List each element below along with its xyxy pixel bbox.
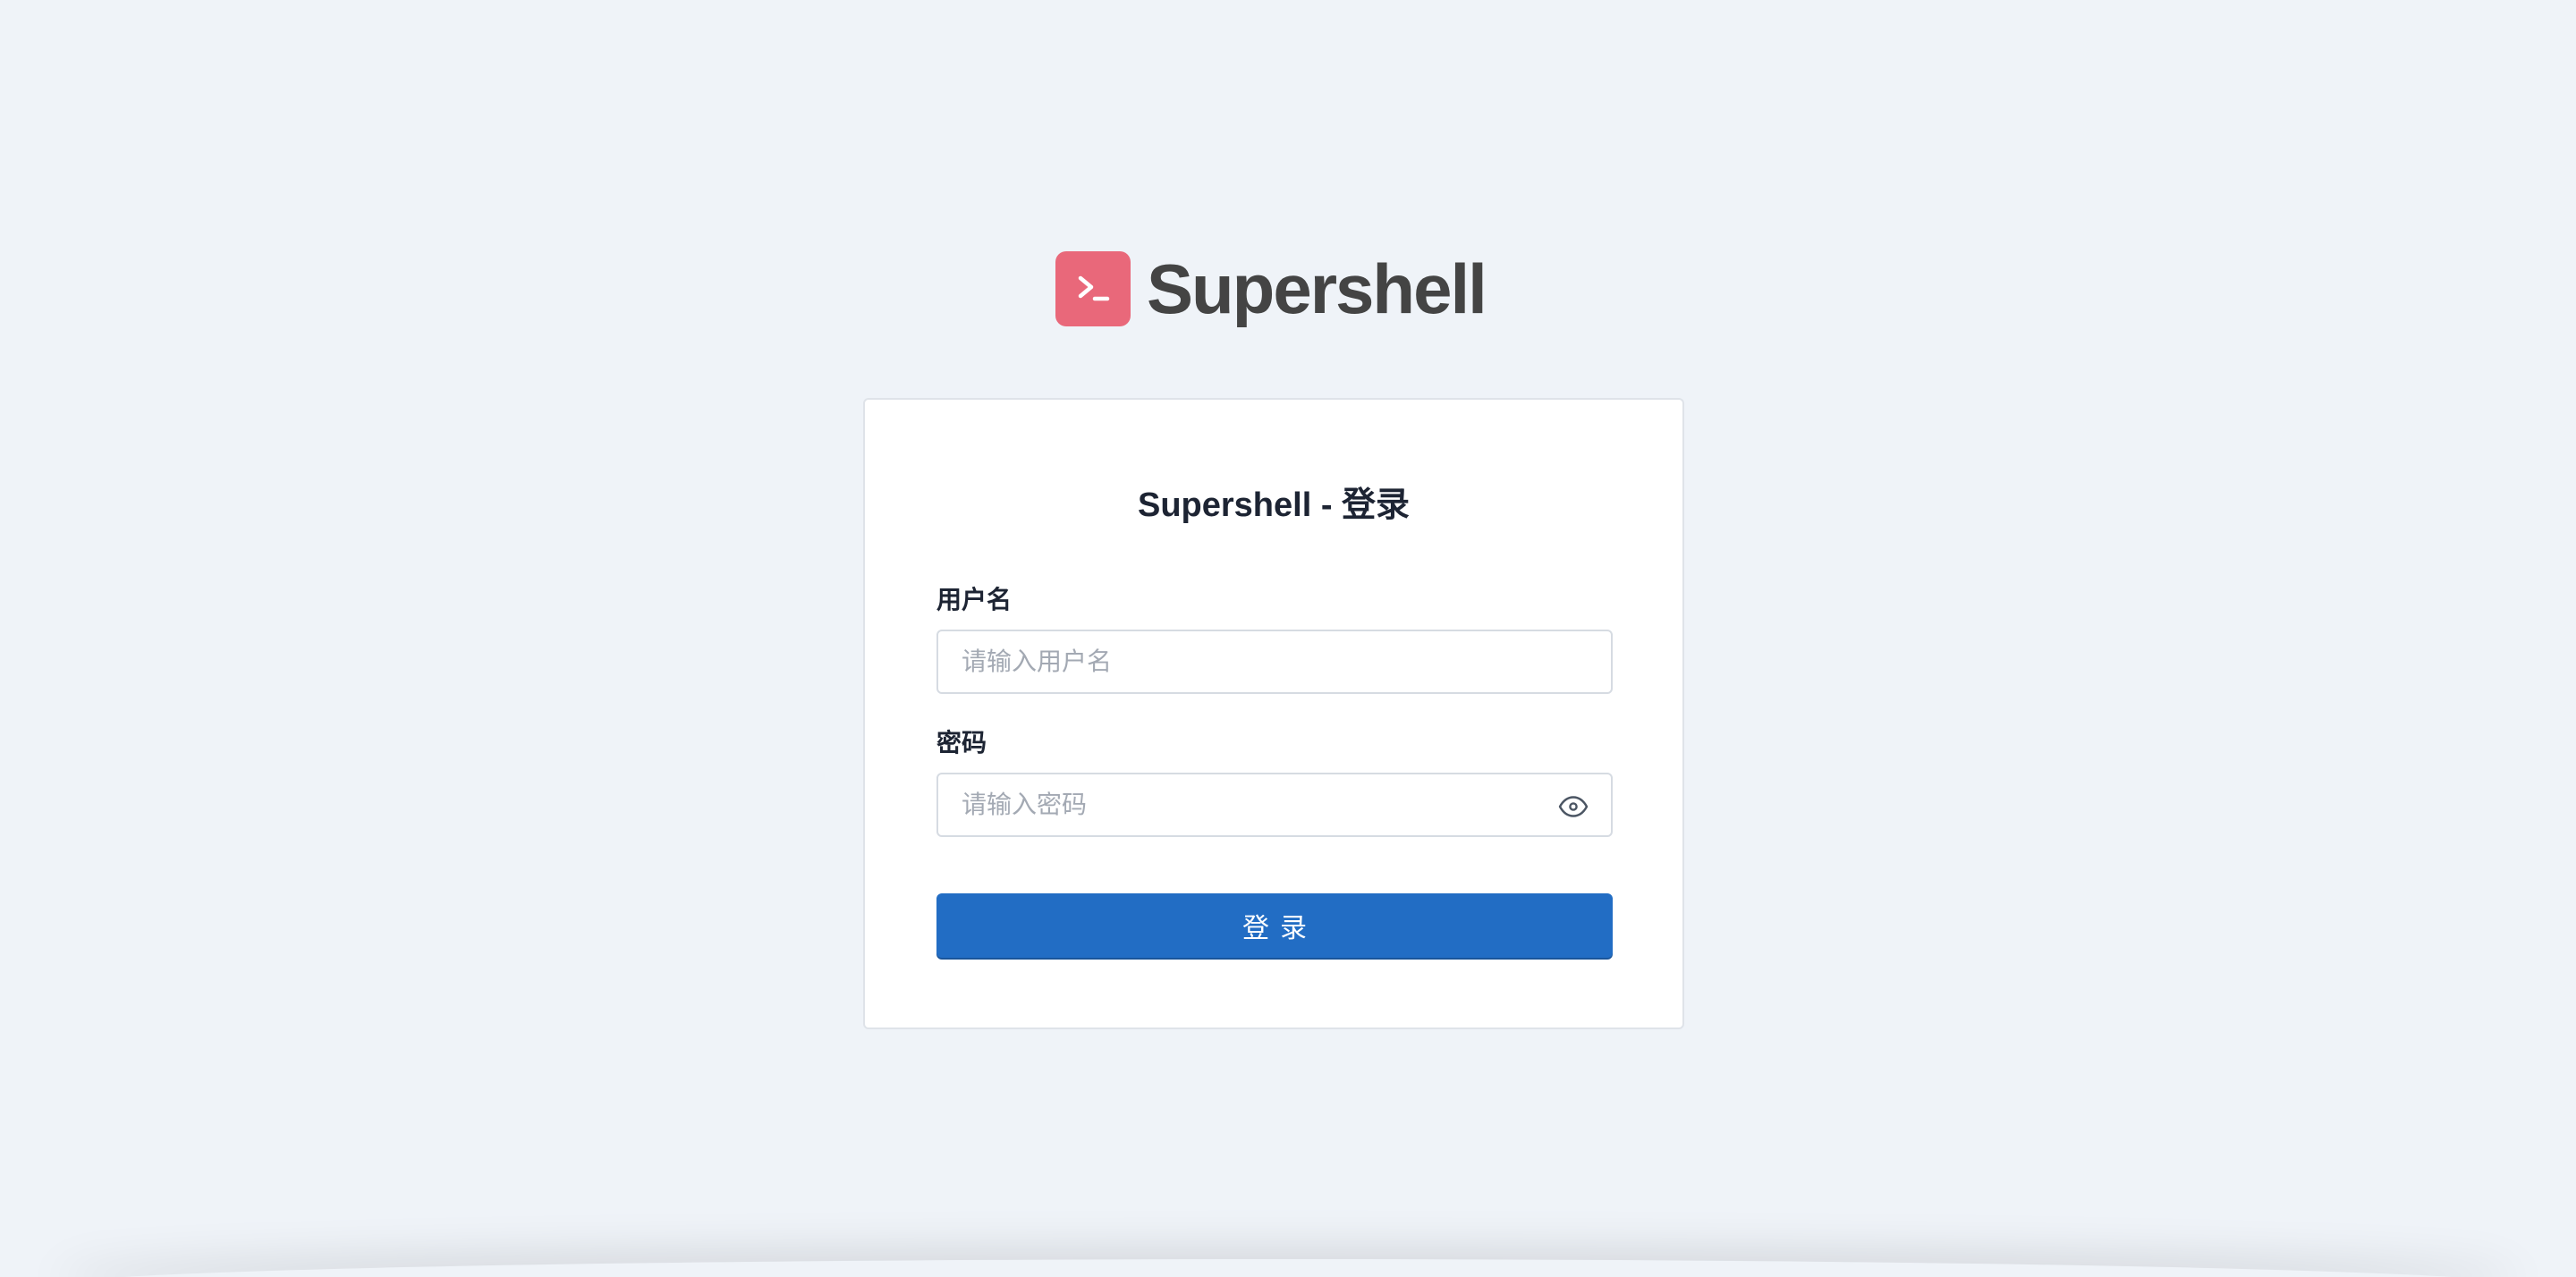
brand-name: Supershell — [1147, 249, 1487, 328]
login-title: Supershell - 登录 — [1137, 486, 1411, 524]
brand-header: Supershell — [1055, 249, 1487, 328]
logo-glyph — [1078, 275, 1110, 301]
password-input[interactable] — [938, 774, 1611, 835]
username-label: 用户名 — [936, 586, 1013, 613]
eye-icon[interactable] — [1557, 791, 1589, 823]
password-field — [936, 773, 1613, 837]
login-page: Supershell Supershell - 登录 用户名 密码 登录 — [0, 0, 2576, 1277]
login-card: Supershell - 登录 用户名 密码 登录 — [863, 398, 1684, 1029]
login-button[interactable]: 登录 — [936, 893, 1613, 958]
window-bottom-shadow — [54, 1259, 2522, 1277]
username-input[interactable] — [938, 631, 1611, 692]
username-field — [936, 630, 1613, 694]
terminal-prompt-icon — [1055, 251, 1131, 326]
password-label: 密码 — [936, 729, 987, 757]
